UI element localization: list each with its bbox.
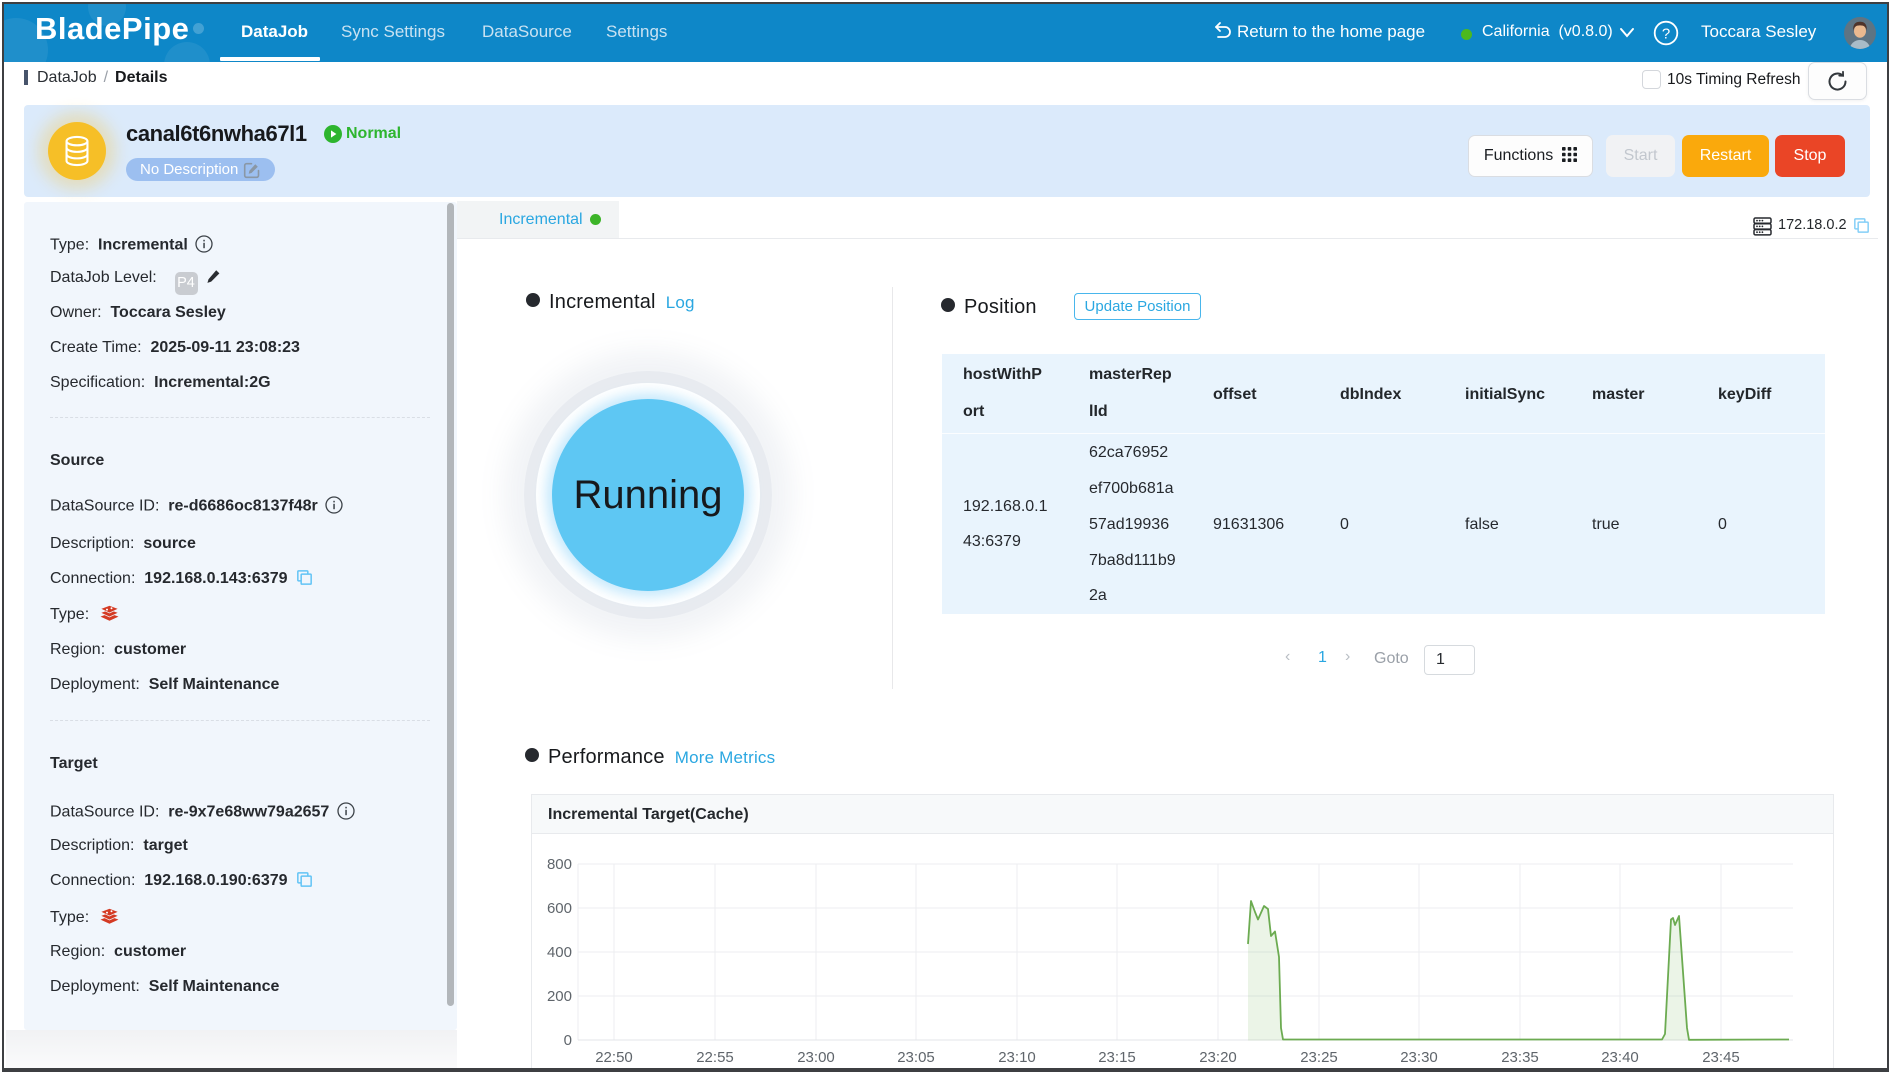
svg-text:600: 600	[547, 900, 572, 917]
svg-text:23:25: 23:25	[1300, 1049, 1338, 1066]
svg-text:23:40: 23:40	[1601, 1049, 1639, 1066]
svg-text:200: 200	[547, 988, 572, 1005]
svg-text:23:00: 23:00	[797, 1049, 835, 1066]
svg-text:23:20: 23:20	[1199, 1049, 1237, 1066]
svg-text:?: ?	[1662, 25, 1670, 42]
svg-text:800: 800	[547, 856, 572, 873]
svg-text:23:10: 23:10	[998, 1049, 1036, 1066]
svg-text:22:55: 22:55	[696, 1049, 734, 1066]
svg-text:23:30: 23:30	[1400, 1049, 1438, 1066]
svg-text:23:15: 23:15	[1098, 1049, 1136, 1066]
svg-text:400: 400	[547, 944, 572, 961]
svg-text:22:50: 22:50	[595, 1049, 633, 1066]
svg-text:0: 0	[564, 1032, 572, 1049]
svg-text:23:05: 23:05	[897, 1049, 935, 1066]
svg-text:23:45: 23:45	[1702, 1049, 1740, 1066]
svg-text:23:35: 23:35	[1501, 1049, 1539, 1066]
